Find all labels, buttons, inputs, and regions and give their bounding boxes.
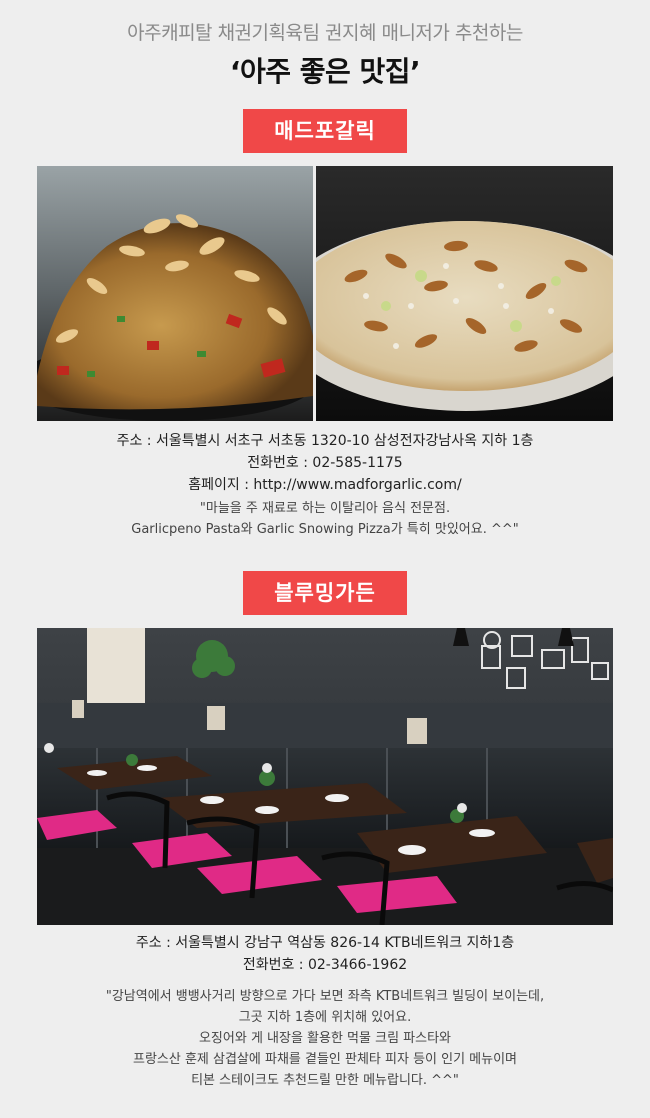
- restaurant-interior-photo: [37, 628, 613, 925]
- description-line: "마늘을 주 재료로 하는 이탈리아 음식 전문점.: [199, 501, 451, 516]
- restaurant-name-badge: 매드포갈릭: [243, 109, 407, 153]
- phone-text: 전화번호 : 02-585-1175: [247, 455, 403, 471]
- description-line: Garlicpeno Pasta와 Garlic Snowing Pizza가 …: [131, 522, 519, 537]
- description-line: 그곳 지하 1층에 위치해 있어요.: [238, 1010, 412, 1025]
- homepage-text: 홈페이지 : http://www.madforgarlic.com/: [188, 477, 462, 493]
- restaurant-info: 주소 : 서울특별시 서초구 서초동 1320-10 삼성전자강남사옥 지하 1…: [0, 430, 650, 496]
- restaurant-info: 주소 : 서울특별시 강남구 역삼동 826-14 KTB네트워크 지하1층 전…: [0, 932, 650, 976]
- restaurant-description: "강남역에서 뱅뱅사거리 방향으로 가다 보면 좌측 KTB네트워크 빌딩이 보…: [0, 986, 650, 1091]
- description-line: "강남역에서 뱅뱅사거리 방향으로 가다 보면 좌측 KTB네트워크 빌딩이 보…: [105, 989, 545, 1004]
- address-text: 주소 : 서울특별시 강남구 역삼동 826-14 KTB네트워크 지하1층: [135, 935, 515, 951]
- description-line: 티본 스테이크도 추천드릴 만한 메뉴랍니다. ^^": [191, 1073, 459, 1088]
- restaurant-name-badge: 블루밍가든: [243, 571, 407, 615]
- garlic-snowing-pizza-photo: [316, 166, 613, 421]
- restaurant-description: "마늘을 주 재료로 하는 이탈리아 음식 전문점. Garlicpeno Pa…: [0, 498, 650, 540]
- page-title: ‘아주 좋은 맛집’: [229, 55, 421, 88]
- recommendation-page: 아주캐피탈 채권기획육팀 권지혜 매니저가 추천하는 ‘아주 좋은 맛집’ 매드…: [0, 0, 650, 1118]
- phone-text: 전화번호 : 02-3466-1962: [242, 957, 408, 973]
- address-text: 주소 : 서울특별시 서초구 서초동 1320-10 삼성전자강남사옥 지하 1…: [116, 433, 534, 449]
- description-line: 프랑스산 훈제 삼겹살에 파채를 곁들인 판체타 피자 등이 인기 메뉴이며: [132, 1052, 518, 1067]
- page-subtitle: 아주캐피탈 채권기획육팀 권지혜 매니저가 추천하는: [127, 22, 523, 44]
- garlic-fried-rice-photo: [37, 166, 313, 421]
- description-line: 오징어와 게 내장을 활용한 먹물 크림 파스타와: [198, 1031, 452, 1046]
